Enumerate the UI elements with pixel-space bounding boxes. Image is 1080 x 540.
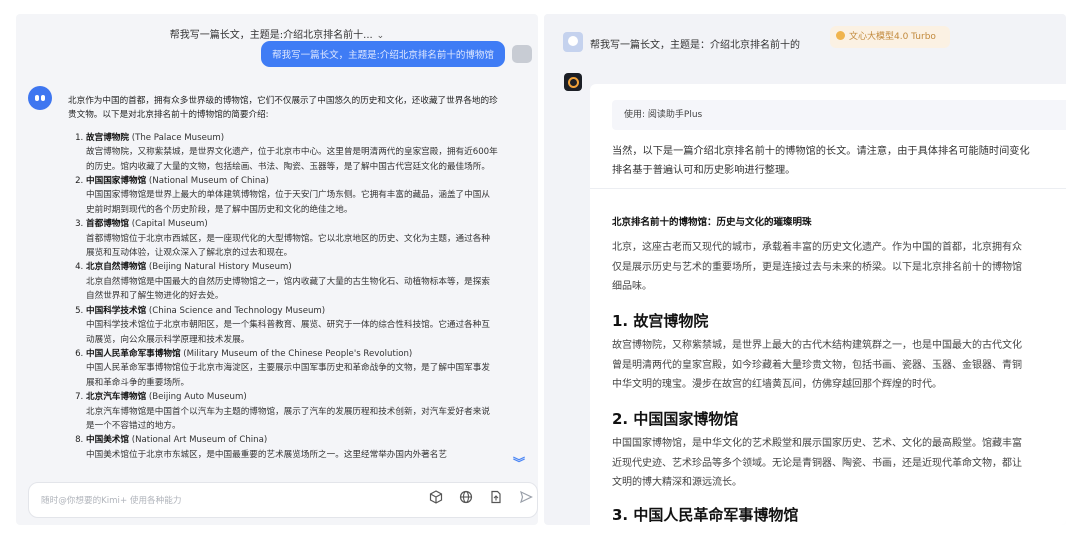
museum-name: 首都博物馆 [86,219,129,230]
museum-list-item: 北京汽车博物馆 (Beijing Auto Museum) 北京汽车博物馆是中国首… [86,390,498,433]
kimi-bot-avatar-icon [28,86,52,110]
wenxin-chat-panel: 帮我写一篇长文，主题是：介绍北京排名前十的 文心大模型4.0 Turbo 使用:… [544,14,1066,525]
museum-list: 故宫博物院 (The Palace Museum) 故宫博物院，又称紫禁城，是世界… [68,131,498,462]
museum-name: 中国科学技术馆 [86,305,147,316]
section-heading: 1. 故宫博物院 [612,312,709,330]
museum-list-item: 首都博物馆 (Capital Museum) 首都博物馆位于北京市西城区，是一座现… [86,217,498,260]
article-paragraph: 故宫博物院，又称紫禁城，是世界上最大的古代木结构建筑群之一，也是中国最大的古代文… [612,336,1066,395]
user-avatar [512,45,532,63]
museum-name: 故宫博物院 [86,132,129,143]
museum-english-name: (National Museum of China) [148,176,269,187]
article-paragraph: 北京，这座古老而又现代的城市，承载着丰富的历史文化遗产。作为中国的首都，北京拥有… [612,238,1066,297]
paragraph-line: 近现代史迹、艺术珍品等多个领域。无论是青铜器、陶瓷、书画，还是近现代革命文物，都… [612,457,1022,469]
article-paragraph: 中国国家博物馆，是中华文化的艺术殿堂和展示国家历史、艺术、文化的最高殿堂。馆藏丰… [612,434,1066,493]
model-logo-icon [836,31,845,40]
chevron-down-icon[interactable]: ⌄ [377,31,385,41]
answer-intro: 北京作为中国的首都，拥有众多世界级的博物馆，它们不仅展示了中国悠久的历史和文化，… [68,96,498,121]
chat-input-placeholder: 随时@你想要的Kimi+ 使用各种能力 [41,496,182,506]
museum-name: 中国国家博物馆 [86,176,147,187]
globe-icon[interactable] [457,490,475,508]
model-badge[interactable]: 文心大模型4.0 Turbo [830,26,950,48]
museum-description: 中国科学技术馆位于北京市朝阳区，是一个集科普教育、展览、研究于一体的综合性科技馆… [86,320,490,345]
museum-name: 北京自然博物馆 [86,262,147,273]
museum-english-name: (The Palace Museum) [131,132,225,143]
conversation-title[interactable]: 帮我写一篇长文，主题是：介绍北京排名前十的 [590,36,800,51]
conversation-title[interactable]: 帮我写一篇长文，主题是:介绍北京排名前十... ⌄ [16,26,538,41]
museum-name: 中国美术馆 [86,435,129,446]
scroll-down-icon[interactable]: ︾ [513,454,525,471]
plugin-usage-label: 使用: 阅读助手Plus [612,100,1066,130]
museum-list-item: 北京自然博物馆 (Beijing Natural History Museum)… [86,260,498,303]
museum-name: 北京汽车博物馆 [86,392,147,403]
museum-description: 中国人民革命军事博物馆位于北京市海淀区，主要展示中国军事历史和革命战争的文物，是… [86,363,490,388]
paragraph-line: 仅是展示历史与艺术的重要场所，更是连接过去与未来的桥梁。以下是北京排名前十的博物… [612,261,1022,273]
museum-description: 故宫博物院，又称紫禁城，是世界文化遗产，位于北京市中心。这里曾是明清两代的皇家宫… [86,147,498,172]
museum-description: 北京汽车博物馆是中国首个以汽车为主题的博物馆，展示了汽车的发展历程和技术创新，对… [86,406,490,431]
send-icon[interactable] [517,490,535,508]
cube-icon[interactable] [427,490,445,508]
answer-intro-line: 当然，以下是一篇介绍北京排名前十的博物馆的长文。请注意，由于具体排名可能随时间变… [612,146,1030,157]
paragraph-line: 中国国家博物馆，是中华文化的艺术殿堂和展示国家历史、艺术、文化的最高殿堂。馆藏丰… [612,438,1022,449]
museum-english-name: (National Art Museum of China) [131,435,268,446]
paragraph-line: 中华文明的瑰宝。漫步在故宫的红墙黄瓦间，仿佛穿越回那个辉煌的时代。 [612,379,942,390]
paragraph-line: 北京，这座古老而又现代的城市，承载着丰富的历史文化遗产。作为中国的首都，北京拥有… [612,242,1022,253]
user-avatar [563,32,583,52]
museum-english-name: (Capital Museum) [131,219,208,230]
assistant-answer-card: 使用: 阅读助手Plus 当然，以下是一篇介绍北京排名前十的博物馆的长文。请注意… [590,84,1066,525]
kimi-chat-panel: 帮我写一篇长文，主题是:介绍北京排名前十... ⌄ 帮我写一篇长文，主题是:介绍北… [16,14,538,525]
article-subtitle: 北京排名前十的博物馆：历史与文化的璀璨明珠 [612,217,812,228]
user-message-bubble: 帮我写一篇长文，主题是:介绍北京排名前十的博物馆 [261,41,505,67]
assistant-answer: 北京作为中国的首都，拥有众多世界级的博物馆，它们不仅展示了中国悠久的历史和文化，… [68,94,498,462]
museum-description: 首都博物馆位于北京市西城区，是一座现代化的大型博物馆。它以北京地区的历史、文化为… [86,233,490,259]
conversation-header: 帮我写一篇长文，主题是：介绍北京排名前十的 文心大模型4.0 Turbo [544,14,1066,70]
museum-list-item: 中国科学技术馆 (China Science and Technology Mu… [86,304,498,347]
section-heading: 2. 中国国家博物馆 [612,410,739,428]
museum-list-item: 中国人民革命军事博物馆 (Military Museum of the Chin… [86,347,498,390]
museum-description: 中国美术馆位于北京市东城区，是中国最重要的艺术展览场所之一。这里经常举办国内外著… [86,449,447,460]
museum-english-name: (Beijing Natural History Museum) [148,262,292,273]
museum-english-name: (Military Museum of the Chinese People's… [183,348,413,359]
museum-list-item: 中国美术馆 (National Art Museum of China) 中国美术… [86,433,498,462]
museum-list-item: 中国国家博物馆 (National Museum of China) 中国国家博物… [86,174,498,217]
paragraph-line: 文明的博大精深和源远流长。 [612,477,742,488]
museum-english-name: (China Science and Technology Museum) [148,305,326,316]
file-upload-icon[interactable] [487,490,505,508]
section-heading: 3. 中国人民革命军事博物馆 [612,506,799,524]
museum-list-item: 故宫博物院 (The Palace Museum) 故宫博物院，又称紫禁城，是世界… [86,131,498,174]
answer-intro-line: 排名基于普遍认可和历史影响进行整理。 [612,165,796,176]
assistant-logo-icon [564,73,582,91]
divider [590,188,1066,189]
answer-intro: 当然，以下是一篇介绍北京排名前十的博物馆的长文。请注意，由于具体排名可能随时间变… [612,142,1066,180]
paragraph-line: 细品味。 [612,281,652,292]
paragraph-line: 故宫博物院，又称紫禁城，是世界上最大的古代木结构建筑群之一，也是中国最大的古代文… [612,340,1022,351]
museum-description: 北京自然博物馆是中国最大的自然历史博物馆之一，馆内收藏了大量的古生物化石、动植物… [86,276,490,302]
museum-english-name: (Beijing Auto Museum) [148,392,247,403]
paragraph-line: 曾是明清两代的皇家宫殿，如今珍藏着大量珍贵文物，包括书画、瓷器、玉器、金银器、青… [612,359,1022,371]
museum-description: 中国国家博物馆是世界上最大的单体建筑博物馆，位于天安门广场东侧。它拥有丰富的藏品… [86,190,490,215]
museum-name: 中国人民革命军事博物馆 [86,348,181,359]
chat-input[interactable]: 随时@你想要的Kimi+ 使用各种能力 [28,482,538,518]
